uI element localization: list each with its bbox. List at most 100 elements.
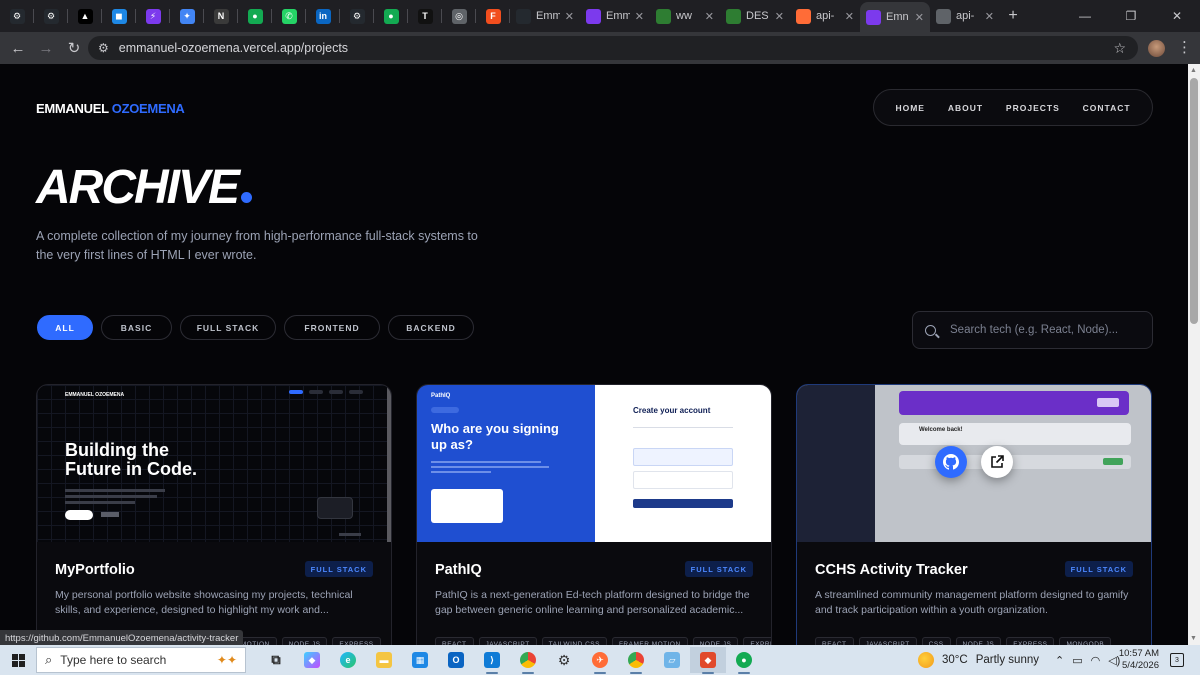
filter-all[interactable]: ALL <box>37 315 93 340</box>
browser-tab[interactable]: DES ✕ <box>720 0 790 32</box>
restore-icon[interactable]: ❐ <box>1108 9 1154 23</box>
task-view-icon[interactable]: ⧉ <box>258 647 294 673</box>
tech-tag: FRAMER MOTION <box>611 637 688 645</box>
browser-tab[interactable]: in <box>306 0 340 32</box>
globe-icon <box>936 8 951 24</box>
browser-menu-icon[interactable]: ⋮ <box>1177 38 1192 56</box>
bookmark-star-icon[interactable]: ☆ <box>1113 40 1126 57</box>
close-window-icon[interactable]: ✕ <box>1154 9 1200 23</box>
browser-tab[interactable]: N <box>204 0 238 32</box>
git-icon[interactable]: ◆ <box>690 647 726 674</box>
project-card[interactable]: Welcome back! CCHS Activity Tracker FULL… <box>796 384 1152 645</box>
filter-basic[interactable]: BASIC <box>101 315 172 340</box>
vscode-icon[interactable]: ⟩ <box>474 647 510 674</box>
browser-tab[interactable]: ✦ <box>170 0 204 32</box>
chevron-up-icon[interactable]: ⌃ <box>1055 654 1064 667</box>
browser-tab[interactable]: ⚙ <box>340 0 374 32</box>
browser-tab[interactable]: ◎ <box>442 0 476 32</box>
browser-tab[interactable]: ⚙ <box>34 0 68 32</box>
new-tab-button[interactable]: + <box>1000 7 1026 25</box>
store-icon[interactable]: ▦ <box>402 647 438 673</box>
figma-icon: F <box>485 8 501 24</box>
nav-home[interactable]: HOME <box>895 103 925 113</box>
taskbar-search[interactable]: ⌕ Type here to search ✦✦ <box>36 647 246 673</box>
forward-icon[interactable]: → <box>32 40 60 57</box>
browser-tab[interactable]: ww ✕ <box>650 0 720 32</box>
project-preview-image[interactable]: Welcome back! <box>797 385 1151 542</box>
minimize-icon[interactable]: — <box>1062 9 1108 23</box>
browser-tab[interactable]: Emn ✕ <box>860 2 930 32</box>
project-card[interactable]: PathIQ Who are you signing up as? Create… <box>416 384 772 645</box>
site-info-icon[interactable]: ⚙ <box>98 41 109 55</box>
weather-text[interactable]: Partly sunny <box>976 654 1039 666</box>
file-explorer-icon[interactable]: ▬ <box>366 647 402 673</box>
bolt-icon <box>866 9 881 25</box>
url-text[interactable]: emmanuel-ozoemena.vercel.app/projects <box>119 41 348 55</box>
chrome-profile-icon[interactable] <box>618 647 654 674</box>
close-tab-icon[interactable]: ✕ <box>845 10 854 23</box>
battery-icon[interactable]: ▭ <box>1072 654 1082 667</box>
close-tab-icon[interactable]: ✕ <box>775 10 784 23</box>
browser-tab[interactable]: T <box>408 0 442 32</box>
browser-tab[interactable]: ● <box>374 0 408 32</box>
back-icon[interactable]: ← <box>4 40 32 57</box>
chrome-icon[interactable] <box>510 647 546 674</box>
browser-tab-label: DES <box>746 10 769 22</box>
reload-icon[interactable]: ↻ <box>60 39 88 57</box>
project-preview-image[interactable]: PathIQ Who are you signing up as? Create… <box>417 385 771 542</box>
weather-icon[interactable] <box>918 652 934 668</box>
filter-backend[interactable]: BACKEND <box>388 315 474 340</box>
filter-frontend[interactable]: FRONTEND <box>284 315 380 340</box>
browser-tab[interactable]: ⚡ <box>136 0 170 32</box>
github-link-button[interactable] <box>935 446 967 478</box>
tech-search[interactable] <box>912 311 1153 349</box>
browser-tab[interactable]: F <box>476 0 510 32</box>
postman-icon[interactable]: ✈ <box>582 647 618 674</box>
profile-avatar[interactable] <box>1148 40 1165 57</box>
close-tab-icon[interactable]: ✕ <box>565 10 574 23</box>
settings-icon[interactable]: ⚙ <box>546 647 582 673</box>
labeled-tab-list: Emm ✕ Emm ✕ ww ✕ DES ✕ api- ✕ Emn ✕ api- ✕ <box>510 0 1000 32</box>
clock[interactable]: 10:57 AM 5/4/2026 <box>1113 648 1159 672</box>
browser-tab[interactable]: Emm ✕ <box>510 0 580 32</box>
live-demo-button[interactable] <box>981 446 1013 478</box>
wifi-icon[interactable]: ◠ <box>1091 654 1101 667</box>
toolbar: ← → ↻ ⚙ emmanuel-ozoemena.vercel.app/pro… <box>0 32 1200 64</box>
project-preview-image[interactable]: EMMANUEL OZOEMENA Building the Future in… <box>37 385 391 542</box>
nav-about[interactable]: ABOUT <box>948 103 983 113</box>
browser-tab[interactable]: ✆ <box>272 0 306 32</box>
project-card[interactable]: EMMANUEL OZOEMENA Building the Future in… <box>36 384 392 645</box>
close-tab-icon[interactable]: ✕ <box>915 11 924 24</box>
site-logo[interactable]: EMMANUEL OZOEMENA <box>36 101 185 116</box>
weather-temp[interactable]: 30°C <box>942 654 968 666</box>
close-tab-icon[interactable]: ✕ <box>705 10 714 23</box>
windows-start-icon[interactable] <box>12 654 25 667</box>
close-tab-icon[interactable]: ✕ <box>635 10 644 23</box>
scroll-up-icon[interactable]: ▲ <box>1190 67 1197 74</box>
nav-projects[interactable]: PROJECTS <box>1006 103 1060 113</box>
copilot-icon[interactable]: ◆ <box>294 647 330 673</box>
project-description: A streamlined community management platf… <box>815 589 1129 616</box>
mongodb-compass-icon[interactable]: ● <box>726 647 762 674</box>
tech-search-input[interactable] <box>950 324 1140 336</box>
app-icon[interactable]: ▱ <box>654 647 690 673</box>
browser-tab[interactable]: Emm ✕ <box>580 0 650 32</box>
browser-tab[interactable]: api- ✕ <box>930 0 1000 32</box>
nav-contact[interactable]: CONTACT <box>1083 103 1131 113</box>
address-bar[interactable]: ⚙ emmanuel-ozoemena.vercel.app/projects … <box>88 36 1138 60</box>
scroll-down-icon[interactable]: ▼ <box>1190 635 1197 642</box>
filter-full-stack[interactable]: FULL STACK <box>180 315 276 340</box>
notification-badge[interactable]: 3 <box>1170 653 1184 667</box>
outlook-icon[interactable]: O <box>438 647 474 673</box>
edge-icon[interactable]: e <box>330 647 366 673</box>
django-icon <box>656 8 671 24</box>
page-scrollbar[interactable]: ▲ ▼ <box>1188 64 1200 645</box>
browser-tab[interactable]: api- ✕ <box>790 0 860 32</box>
browser-tab[interactable]: ◼ <box>102 0 136 32</box>
browser-tab[interactable]: ⚙ <box>0 0 34 32</box>
scrollbar-thumb[interactable] <box>1190 78 1198 324</box>
browser-tab[interactable]: ▲ <box>68 0 102 32</box>
taskbar-search-placeholder: Type here to search <box>60 653 167 667</box>
browser-tab[interactable]: ● <box>238 0 272 32</box>
close-tab-icon[interactable]: ✕ <box>985 10 994 23</box>
